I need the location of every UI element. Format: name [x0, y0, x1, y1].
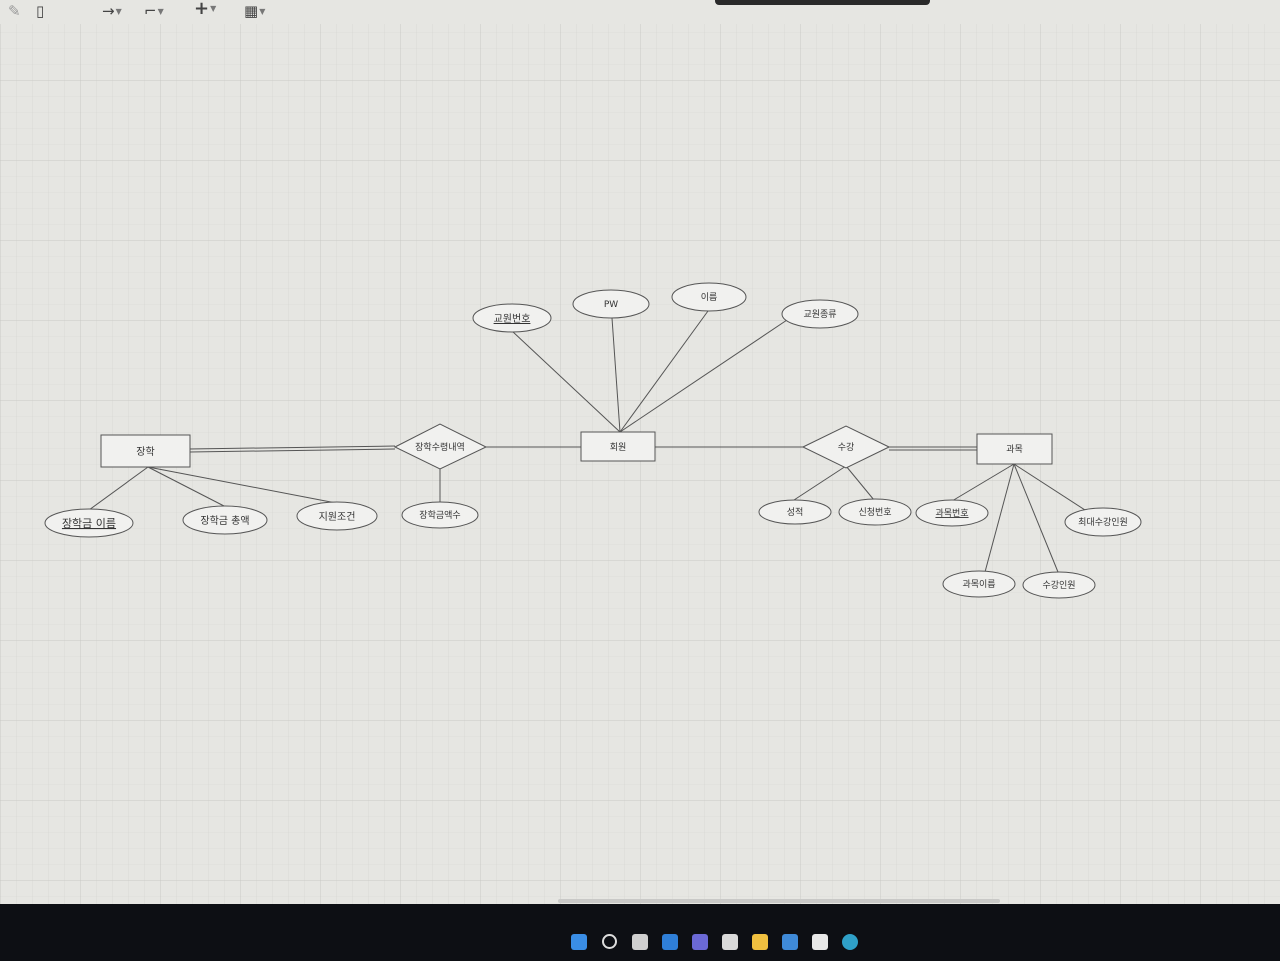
attribute-pw[interactable]: PW — [572, 289, 650, 319]
attribute-label: PW — [604, 300, 618, 310]
attribute-label: 교원종류 — [803, 309, 836, 320]
attribute-support-condition[interactable]: 지원조건 — [296, 501, 378, 531]
attribute-label: 지원조건 — [319, 511, 356, 523]
attribute-scholarship-name[interactable]: 장학금 이름 — [44, 508, 134, 538]
entity-member[interactable]: 회원 — [580, 431, 656, 462]
horizontal-scrollbar[interactable] — [558, 899, 1000, 903]
entity-label: 장학 — [136, 446, 154, 458]
attribute-label: 과목번호 — [935, 508, 968, 519]
relationship-label: 수강 — [838, 442, 855, 453]
attribute-name[interactable]: 이름 — [671, 282, 747, 312]
connector-icon[interactable]: →▼ — [102, 2, 122, 21]
attribute-grade[interactable]: 성적 — [758, 499, 832, 525]
window-edge — [715, 0, 930, 5]
attribute-label: 장학금액수 — [419, 509, 460, 521]
toolbar: ✎ ▯ →▼ ⌐▼ +▼ ▦▼ — [0, 0, 720, 24]
attribute-max-students[interactable]: 최대수강인원 — [1064, 507, 1142, 537]
chat-icon[interactable] — [692, 934, 708, 950]
task-view-icon[interactable] — [632, 934, 648, 950]
attribute-member-no[interactable]: 교원번호 — [472, 303, 552, 333]
windows-start-icon[interactable] — [571, 934, 587, 950]
attribute-application-no[interactable]: 신청번호 — [838, 498, 912, 526]
attribute-label: 교원번호 — [494, 313, 531, 325]
grid-background — [0, 24, 1280, 904]
attribute-member-type[interactable]: 교원종류 — [781, 299, 859, 329]
entity-label: 과목 — [1006, 444, 1023, 455]
waypoint-icon[interactable]: ⌐▼ — [144, 2, 164, 21]
table-icon[interactable]: ▦▼ — [244, 2, 265, 21]
app-icon[interactable] — [812, 934, 828, 950]
entity-course[interactable]: 과목 — [976, 433, 1053, 465]
attribute-scholarship-total[interactable]: 장학금 총액 — [182, 505, 268, 535]
taskbar — [0, 904, 1280, 961]
attribute-label: 과목이름 — [962, 579, 995, 590]
attribute-label: 장학금 총액 — [200, 515, 249, 527]
attribute-course-no[interactable]: 과목번호 — [915, 499, 989, 527]
entity-scholarship[interactable]: 장학 — [100, 434, 191, 468]
attribute-scholarship-amount[interactable]: 장학금액수 — [401, 501, 479, 529]
search-icon[interactable] — [602, 934, 617, 949]
diagram-canvas[interactable]: 장학 회원 과목 장학수령내역 수강 장학금 이름 장학금 총액 지원조건 장학… — [0, 24, 1280, 904]
attribute-label: 성적 — [787, 506, 804, 518]
entity-label: 회원 — [610, 442, 627, 453]
widgets-icon[interactable] — [662, 934, 678, 950]
edit-icon[interactable]: ✎ — [8, 2, 21, 20]
relationship-label: 장학수령내역 — [415, 441, 465, 453]
insert-icon[interactable]: +▼ — [194, 0, 216, 18]
attribute-label: 장학금 이름 — [62, 517, 116, 530]
attribute-label: 이름 — [701, 292, 718, 303]
store-icon[interactable] — [722, 934, 738, 950]
delete-icon[interactable]: ▯ — [36, 2, 44, 20]
attribute-course-name[interactable]: 과목이름 — [942, 570, 1016, 598]
attribute-enrolled-count[interactable]: 수강인원 — [1022, 571, 1096, 599]
attribute-label: 수강인원 — [1042, 580, 1075, 591]
mail-icon[interactable] — [782, 934, 798, 950]
edge-icon[interactable] — [842, 934, 858, 950]
attribute-label: 최대수강인원 — [1078, 517, 1128, 528]
file-explorer-icon[interactable] — [752, 934, 768, 950]
attribute-label: 신청번호 — [858, 507, 891, 518]
